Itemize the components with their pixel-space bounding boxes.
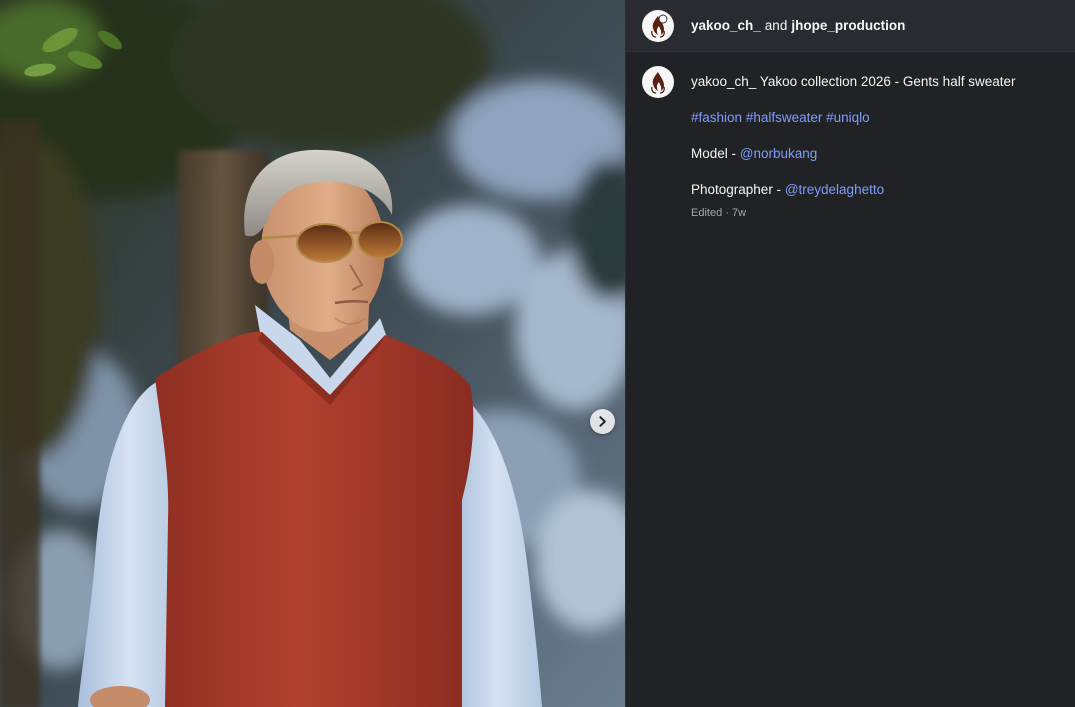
post-media[interactable] (0, 0, 625, 707)
post-header: yakoo_ch_ and jhope_production (626, 0, 1075, 52)
chevron-right-icon (599, 416, 606, 427)
photographer-credit-line: Photographer - @treydelaghetto (691, 181, 1059, 199)
post-side-panel: yakoo_ch_ and jhope_production yakoo_ch_ Y… (625, 0, 1075, 707)
collab-conjunction: and (764, 18, 788, 33)
hashtag-halfsweater[interactable]: #halfsweater (746, 110, 823, 125)
model-credit-line: Model - @norbukang (691, 145, 1059, 163)
post-caption: yakoo_ch_ Yakoo collection 2026 - Gents … (626, 52, 1075, 222)
hashtag-uniqlo[interactable]: #uniqlo (826, 110, 870, 125)
collab-authors: yakoo_ch_ and jhope_production (691, 18, 905, 33)
hashtag-line: #fashion #halfsweater #uniqlo (691, 109, 1059, 127)
flame-logo-icon (643, 67, 673, 97)
photographer-label: Photographer - (691, 182, 782, 197)
collaborator-username[interactable]: jhope_production (791, 18, 905, 33)
author-avatar[interactable] (642, 9, 674, 42)
post-viewer: yakoo_ch_ and jhope_production yakoo_ch_ Y… (0, 0, 1075, 707)
model-mention[interactable]: @norbukang (740, 146, 818, 161)
flame-logo-icon (643, 10, 673, 41)
hashtag-fashion[interactable]: #fashion (691, 110, 742, 125)
post-timestamp: Edited · 7w (691, 207, 747, 219)
post-photo (0, 0, 625, 707)
caption-title-line: yakoo_ch_ Yakoo collection 2026 - Gents … (691, 73, 1059, 91)
model-label: Model - (691, 146, 737, 161)
photographer-mention[interactable]: @treydelaghetto (785, 182, 884, 197)
author-username[interactable]: yakoo_ch_ (691, 18, 761, 33)
caption-body: yakoo_ch_ Yakoo collection 2026 - Gents … (691, 66, 1059, 222)
next-media-button[interactable] (590, 409, 615, 434)
caption-avatar[interactable] (642, 66, 674, 98)
caption-username[interactable]: yakoo_ch_ (691, 74, 756, 89)
caption-title: Yakoo collection 2026 - Gents half sweat… (759, 74, 1016, 89)
